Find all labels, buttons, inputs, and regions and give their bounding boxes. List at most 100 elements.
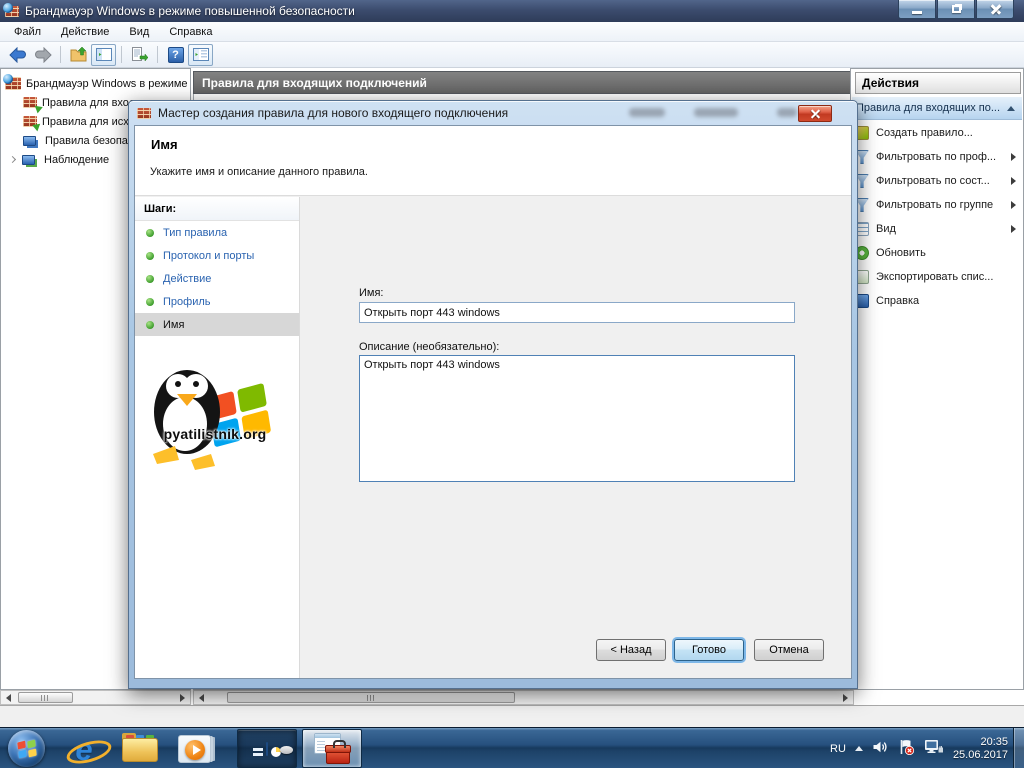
restore-button[interactable] xyxy=(937,0,975,19)
taskbar-admin-tools-active[interactable] xyxy=(302,729,362,768)
scrollbar-thumb[interactable] xyxy=(227,692,515,703)
internet-explorer-icon: e xyxy=(75,734,92,765)
glass-blur-artifact xyxy=(777,108,797,117)
list-panel-title: Правила для входящих подключений xyxy=(202,76,427,90)
submenu-arrow-icon xyxy=(1011,153,1016,161)
toolbar-separator xyxy=(121,46,122,63)
step-bullet-icon xyxy=(146,298,154,306)
step-action[interactable]: Действие xyxy=(135,267,299,290)
toolbar-separator xyxy=(157,46,158,63)
scroll-left-button[interactable] xyxy=(1,691,16,704)
action-view[interactable]: Вид xyxy=(852,217,1022,241)
mouse-icon xyxy=(280,746,293,754)
taskbar-clock[interactable]: 20:35 25.06.2017 xyxy=(953,736,1008,762)
minimize-button[interactable] xyxy=(898,0,936,19)
language-indicator[interactable]: RU xyxy=(830,743,846,755)
hidden-icons-arrow[interactable] xyxy=(855,746,863,751)
scroll-left-button[interactable] xyxy=(194,691,209,704)
action-center-flag-icon[interactable] xyxy=(898,739,915,758)
action-label: Фильтровать по проф... xyxy=(876,151,996,163)
dialog-close-button[interactable] xyxy=(798,105,832,122)
show-action-pane-icon[interactable] xyxy=(188,44,213,66)
back-button[interactable]: < Назад xyxy=(596,639,666,661)
admin-tools-icon xyxy=(314,733,350,764)
action-label: Справка xyxy=(876,295,919,307)
cancel-button[interactable]: Отмена xyxy=(754,639,824,661)
step-bullet-icon xyxy=(146,321,154,329)
volume-icon[interactable] xyxy=(872,739,889,758)
export-list-icon[interactable] xyxy=(127,44,152,66)
help-icon[interactable]: ? xyxy=(163,44,188,66)
step-protocol-ports[interactable]: Протокол и порты xyxy=(135,244,299,267)
collapse-icon[interactable] xyxy=(1007,106,1015,111)
action-filter-profile[interactable]: Фильтровать по проф... xyxy=(852,145,1022,169)
actions-panel-header: Действия xyxy=(855,72,1021,94)
step-bullet-icon xyxy=(146,252,154,260)
minimize-icon xyxy=(912,11,922,14)
start-button[interactable] xyxy=(8,730,45,767)
watermark-text: pyatilistnik.org xyxy=(145,426,285,442)
action-export-list[interactable]: Экспортировать спис... xyxy=(852,265,1022,289)
tree-item-label: Наблюдение xyxy=(44,154,109,166)
taskbar-internet-explorer[interactable]: e xyxy=(58,730,110,768)
finish-button[interactable]: Готово xyxy=(674,639,744,661)
action-new-rule[interactable]: Создать правило... xyxy=(852,121,1022,145)
taskbar-media-player[interactable] xyxy=(168,730,220,768)
close-button[interactable] xyxy=(976,0,1014,19)
action-help[interactable]: Справка xyxy=(852,289,1022,313)
restore-icon xyxy=(952,5,961,13)
step-profile[interactable]: Профиль xyxy=(135,290,299,313)
thumb-grip xyxy=(367,695,376,701)
outbound-rules-icon xyxy=(23,116,37,127)
rule-description-textarea[interactable]: Открыть порт 443 windows xyxy=(359,355,795,482)
menu-help[interactable]: Справка xyxy=(159,24,222,40)
action-refresh[interactable]: Обновить xyxy=(852,241,1022,265)
action-filter-group[interactable]: Фильтровать по группе xyxy=(852,193,1022,217)
thumb-grip xyxy=(41,695,50,701)
scrollbar-thumb[interactable] xyxy=(18,692,73,703)
list-panel-header: Правила для входящих подключений xyxy=(193,71,854,94)
monitoring-icon xyxy=(22,155,35,165)
new-rule-wizard-dialog: Мастер создания правила для нового входя… xyxy=(128,100,858,689)
taskbar-control-panel[interactable] xyxy=(237,729,297,768)
forward-icon[interactable] xyxy=(30,44,55,66)
window-controls xyxy=(897,0,1014,19)
play-icon xyxy=(185,740,205,760)
name-field-label: Имя: xyxy=(359,287,383,299)
scroll-left-icon xyxy=(199,694,204,702)
clock-date: 25.06.2017 xyxy=(953,749,1008,762)
scroll-right-button[interactable] xyxy=(838,691,853,704)
globe-icon xyxy=(3,74,13,84)
up-one-level-icon[interactable] xyxy=(66,44,91,66)
menu-file[interactable]: Файл xyxy=(4,24,51,40)
expander-icon[interactable] xyxy=(9,156,16,163)
rule-name-input[interactable] xyxy=(359,302,795,323)
scroll-right-button[interactable] xyxy=(175,691,190,704)
actions-title: Действия xyxy=(862,76,919,90)
back-icon[interactable] xyxy=(5,44,30,66)
globe-icon xyxy=(3,3,13,13)
menu-action[interactable]: Действие xyxy=(51,24,119,40)
actions-group-inbound-rules[interactable]: Правила для входящих по... xyxy=(852,97,1022,120)
step-name-active[interactable]: Имя xyxy=(135,313,299,336)
firewall-app-icon xyxy=(5,6,19,17)
step-label: Действие xyxy=(163,273,211,285)
menu-view[interactable]: Вид xyxy=(119,24,159,40)
system-tray: RU 20:35 25.06.2017 xyxy=(830,728,1008,768)
folder-icon xyxy=(122,736,158,762)
actions-list: Создать правило... Фильтровать по проф..… xyxy=(852,121,1022,313)
tree-root-firewall[interactable]: Брандмауэр Windows в режиме повышенной б… xyxy=(1,74,190,93)
window-titlebar: Брандмауэр Windows в режиме повышенной б… xyxy=(0,0,1024,22)
step-rule-type[interactable]: Тип правила xyxy=(135,221,299,244)
scroll-right-icon xyxy=(843,694,848,702)
network-icon[interactable] xyxy=(924,739,944,758)
wizard-page-subtitle: Укажите имя и описание данного правила. xyxy=(150,166,368,178)
scroll-left-icon xyxy=(6,694,11,702)
show-desktop-button[interactable] xyxy=(1013,728,1024,768)
taskbar-windows-explorer[interactable] xyxy=(114,730,166,768)
folder-front xyxy=(122,738,158,762)
show-console-tree-icon[interactable] xyxy=(91,44,116,66)
inbound-rules-icon xyxy=(23,97,37,108)
action-filter-state[interactable]: Фильтровать по сост... xyxy=(852,169,1022,193)
clock-time: 20:35 xyxy=(953,736,1008,749)
